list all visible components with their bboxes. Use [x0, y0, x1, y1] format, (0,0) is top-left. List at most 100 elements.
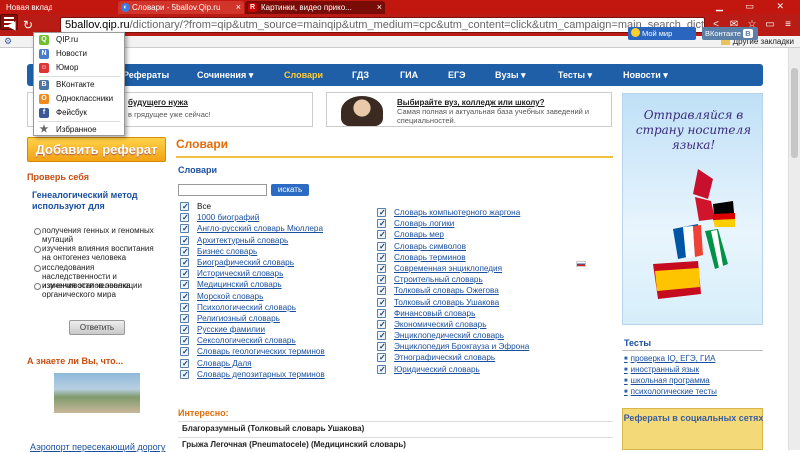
dictionary-item[interactable]: Словарь депозитарных терминов	[180, 369, 325, 380]
dictionary-link[interactable]: Словарь геологических терминов	[197, 347, 325, 356]
apps-icon[interactable]: ⚙	[4, 36, 12, 47]
dictionary-link[interactable]: Словарь компьютерного жаргона	[394, 208, 520, 217]
dictionary-item[interactable]: Исторический словарь	[180, 268, 325, 279]
dictionary-link[interactable]: Этнографический словарь	[394, 353, 495, 362]
dictionary-search-input[interactable]	[178, 184, 267, 196]
dictionary-link[interactable]: Словарь мер	[394, 230, 444, 239]
test-link-iq[interactable]: проверка IQ, ЕГЭ, ГИА	[624, 354, 716, 364]
scrollbar-thumb[interactable]	[791, 68, 798, 158]
dictionary-checkbox[interactable]	[377, 352, 386, 363]
dictionary-item[interactable]: Словарь мер	[377, 229, 529, 240]
dictionary-checkbox[interactable]	[377, 263, 386, 274]
dictionary-item[interactable]: Биографический словарь	[180, 257, 325, 268]
close-icon[interactable]: ×	[236, 1, 241, 14]
dictionary-item[interactable]: Энциклопедический словарь	[377, 330, 529, 341]
dictionary-link[interactable]: Архитектурный словарь	[197, 236, 288, 245]
menu-item-humor[interactable]: ☺ Юмор	[34, 61, 124, 75]
dictionary-link[interactable]: Психологический словарь	[197, 303, 296, 312]
dictionary-link[interactable]: Медицинский словарь	[197, 280, 282, 289]
nav-slovari[interactable]: Словари	[284, 64, 323, 86]
window-controls[interactable]: ▁ ▭ ✕	[716, 1, 794, 12]
nav-gia[interactable]: ГИА	[400, 64, 418, 86]
tab-new[interactable]: Новая вкладка	[0, 1, 52, 14]
back-icon[interactable]: ◀	[3, 17, 19, 33]
dictionary-link[interactable]: Финансовый словарь	[394, 309, 475, 318]
dictionary-item[interactable]: Современная энциклопедия	[377, 263, 529, 274]
add-referat-button[interactable]: Добавить реферат	[27, 137, 166, 162]
menu-item-qip[interactable]: Q QIP.ru	[34, 33, 124, 47]
dictionary-checkbox[interactable]	[377, 229, 386, 240]
quiz-option[interactable]: изучения этапов эволюции органического м…	[34, 281, 164, 299]
quiz-option[interactable]: изучения влияния воспитания на онтогенез…	[34, 244, 164, 262]
interest-row[interactable]: Грыжа Легочная (Pneumatocele) (Медицинск…	[178, 437, 613, 451]
dictionary-link[interactable]: Словарь терминов	[394, 253, 466, 262]
dictionary-item[interactable]: Толковый словарь Ожегова	[377, 285, 529, 296]
dictionary-checkbox[interactable]	[180, 223, 189, 234]
dictionary-link[interactable]: Бизнес словарь	[197, 247, 257, 256]
dictionary-link[interactable]: Энциклопедия Брокгауза и Эфрона	[394, 342, 529, 351]
dictionary-item[interactable]: Словарь геологических терминов	[180, 346, 325, 357]
dictionary-link[interactable]: Юридический словарь	[394, 365, 480, 374]
dictionary-checkbox[interactable]	[180, 212, 189, 223]
nav-testy[interactable]: Тесты ▾	[558, 64, 592, 86]
nav-vuzy[interactable]: Вузы ▾	[495, 64, 526, 86]
dictionary-checkbox[interactable]	[180, 358, 189, 369]
dictionary-item[interactable]: Словарь символов	[377, 241, 529, 252]
dictionary-link[interactable]: Религиозный словарь	[197, 314, 280, 323]
close-icon[interactable]: ×	[377, 1, 382, 14]
nav-referaty[interactable]: Рефераты	[123, 64, 169, 86]
reload-icon[interactable]: ↻	[20, 17, 36, 33]
dictionary-link[interactable]: Толковый словарь Ушакова	[394, 298, 499, 307]
promo-banner-right[interactable]: Выбирайте вуз, колледж или школу? Самая …	[326, 92, 612, 127]
dictionary-item[interactable]: Архитектурный словарь	[180, 235, 325, 246]
vk-button[interactable]: ВКонтакте B	[702, 27, 758, 40]
tab-pictures[interactable]: R Картинки, видео прико... ×	[245, 1, 385, 14]
dictionary-link[interactable]: Биографический словарь	[197, 258, 294, 267]
dictionary-checkbox[interactable]	[180, 246, 189, 257]
dictionary-link[interactable]: Морской словарь	[197, 292, 263, 301]
airport-photo[interactable]	[54, 373, 140, 413]
answer-button[interactable]: Ответить	[69, 320, 125, 335]
dictionary-item[interactable]: Психологический словарь	[180, 302, 325, 313]
dictionary-item[interactable]: Финансовый словарь	[377, 308, 529, 319]
dictionary-checkbox[interactable]	[180, 268, 189, 279]
dictionary-item[interactable]: Морской словарь	[180, 291, 325, 302]
dictionary-item[interactable]: Все	[180, 201, 325, 212]
nav-novosti[interactable]: Новости ▾	[623, 64, 668, 86]
dictionary-item[interactable]: Сексологический словарь	[180, 335, 325, 346]
dictionary-checkbox[interactable]	[377, 207, 386, 218]
dictionary-link[interactable]: Современная энциклопедия	[394, 264, 502, 273]
vertical-scrollbar[interactable]	[788, 48, 800, 450]
menu-item-vk[interactable]: В ВКонтакте	[34, 78, 124, 92]
dictionary-item[interactable]: Толковый словарь Ушакова	[377, 297, 529, 308]
dictionary-item[interactable]: Энциклопедия Брокгауза и Эфрона	[377, 341, 529, 352]
menu-item-news[interactable]: N Новости	[34, 47, 124, 61]
dictionary-checkbox[interactable]	[180, 279, 189, 290]
search-button[interactable]: искать	[271, 184, 309, 196]
dictionary-checkbox[interactable]	[180, 235, 189, 246]
settings-icon[interactable]: ≡	[781, 18, 795, 32]
dictionary-link[interactable]: Энциклопедический словарь	[394, 331, 504, 340]
dictionary-link[interactable]: Толковый словарь Ожегова	[394, 286, 499, 295]
dictionary-checkbox[interactable]	[377, 308, 386, 319]
dictionary-link[interactable]: Словарь логики	[394, 219, 454, 228]
dictionary-checkbox[interactable]	[377, 285, 386, 296]
menu-item-favorites[interactable]: ★ Избранное	[34, 123, 124, 137]
test-link-language[interactable]: иностранный язык	[624, 365, 699, 375]
dictionary-link[interactable]: Русские фамилии	[197, 325, 265, 334]
dictionary-item[interactable]: Англо-русский словарь Мюллера	[180, 223, 325, 234]
dictionary-link[interactable]: Словарь Даля	[197, 359, 252, 368]
dictionary-checkbox[interactable]	[180, 302, 189, 313]
dictionary-checkbox[interactable]	[180, 201, 189, 212]
test-link-psych[interactable]: психологические тесты	[624, 387, 717, 397]
mymir-button[interactable]: Мой мир	[628, 27, 696, 40]
dictionary-checkbox[interactable]	[180, 313, 189, 324]
dictionary-item[interactable]: Словарь Даля	[180, 358, 325, 369]
dictionary-link[interactable]: Строительный словарь	[394, 275, 483, 284]
language-travel-ad[interactable]: Отправляйся в страну носителя языка!	[622, 93, 763, 325]
did-you-know-link[interactable]: Аэропорт пересекающий дорогу	[30, 442, 165, 452]
dictionary-checkbox[interactable]	[180, 291, 189, 302]
nav-gdz[interactable]: ГДЗ	[352, 64, 369, 86]
dictionary-item[interactable]: Строительный словарь	[377, 274, 529, 285]
chat-icon[interactable]: ▭	[763, 18, 777, 32]
